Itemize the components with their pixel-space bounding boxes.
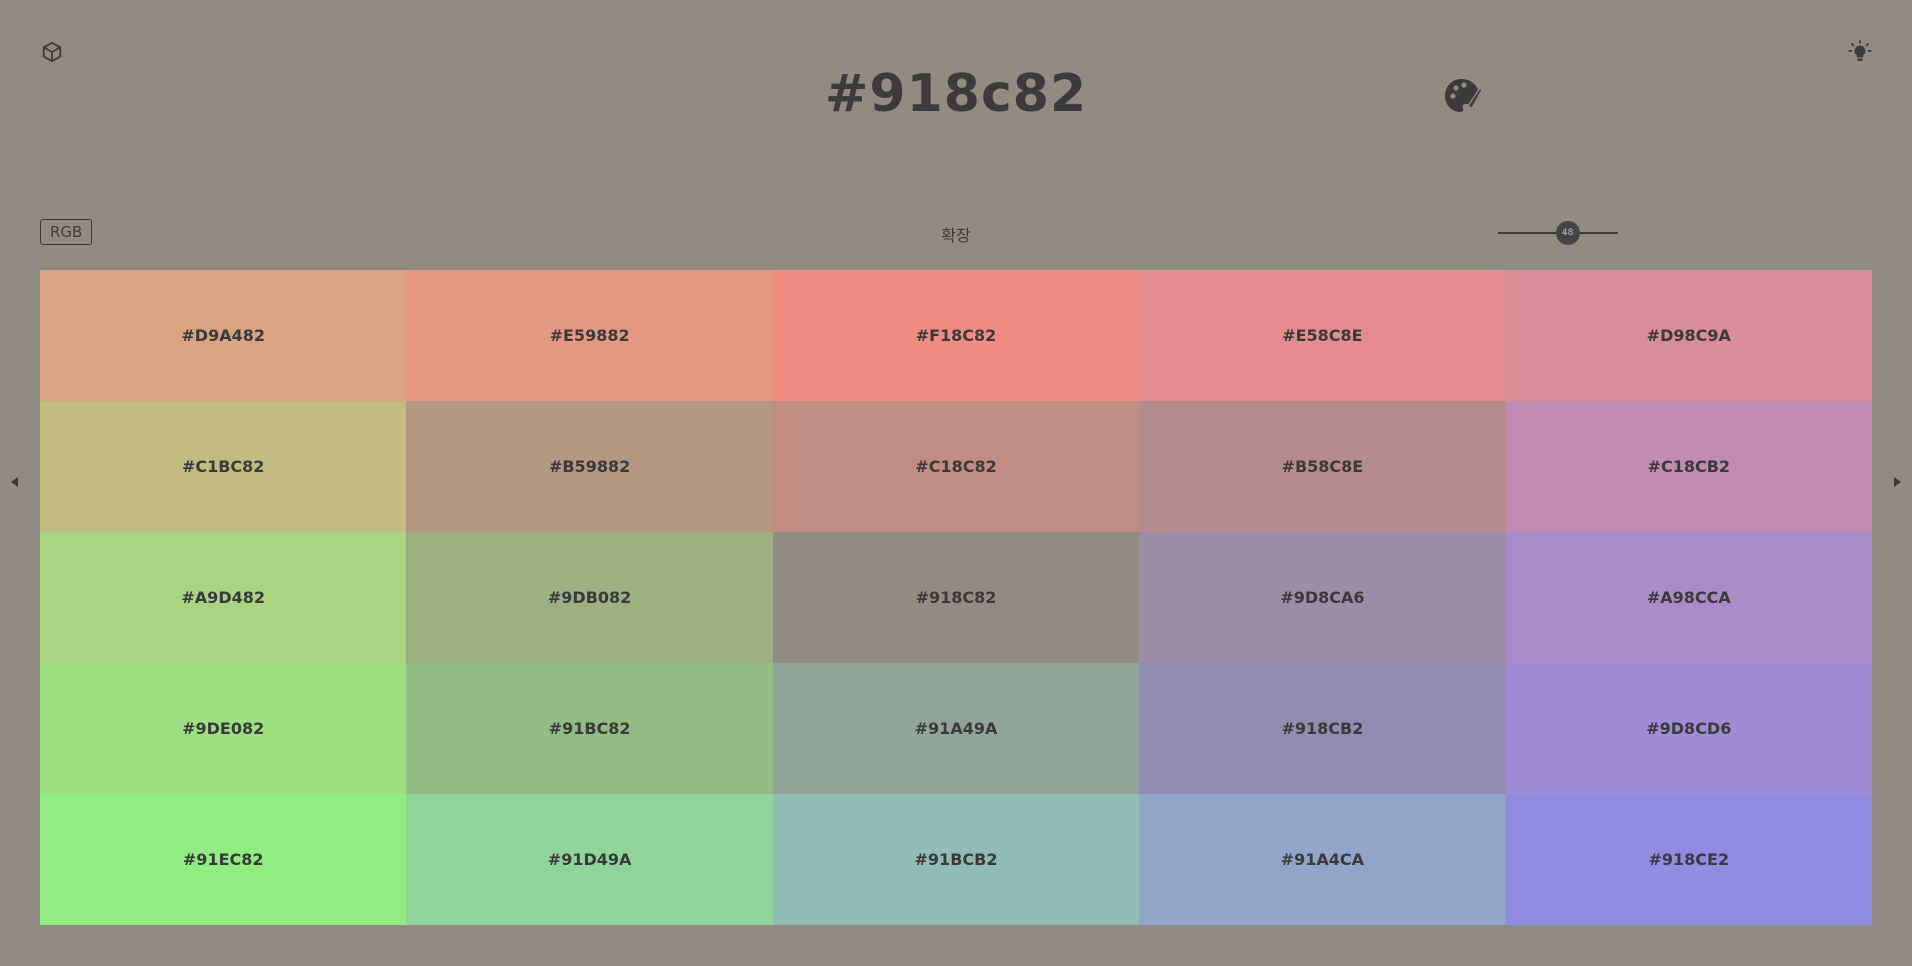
color-swatch[interactable]: #91A49A — [772, 663, 1140, 794]
color-swatch[interactable]: #91D49A — [406, 794, 773, 925]
color-mode-button[interactable]: RGB — [40, 219, 93, 245]
color-swatch[interactable]: #918CB2 — [1139, 663, 1506, 794]
swatch-hex-label: #91A49A — [914, 719, 998, 738]
color-swatch[interactable]: #C1BC82 — [40, 401, 407, 532]
color-swatch[interactable]: #91BCB2 — [772, 794, 1140, 925]
swatch-hex-label: #91D49A — [547, 850, 632, 869]
color-swatch[interactable]: #91A4CA — [1139, 794, 1506, 925]
slider-thumb[interactable]: 48 — [1555, 221, 1580, 245]
swatch-hex-label: #91EC82 — [182, 850, 264, 869]
swatch-hex-label: #D9A482 — [181, 326, 265, 345]
color-swatch[interactable]: #E58C8E — [1139, 270, 1506, 401]
size-slider[interactable]: 48 — [1498, 220, 1628, 246]
swatch-hex-label: #A98CCA — [1646, 588, 1731, 607]
swatch-hex-label: #E58C8E — [1282, 326, 1363, 345]
color-swatch[interactable]: #F18C82 — [772, 270, 1140, 401]
swatch-hex-label: #9DB082 — [547, 588, 632, 607]
color-swatch[interactable]: #C18CB2 — [1505, 401, 1872, 532]
swatch-hex-label: #C1BC82 — [181, 457, 265, 476]
swatch-hex-label: #A9D482 — [181, 588, 265, 607]
swatch-hex-label: #D98C9A — [1646, 326, 1731, 345]
swatch-hex-label: #918CE2 — [1648, 850, 1730, 869]
color-swatch[interactable]: #E59882 — [406, 270, 773, 401]
color-swatch[interactable]: #918C82 — [772, 532, 1140, 663]
color-swatch[interactable]: #9DE082 — [40, 663, 407, 794]
color-swatch[interactable]: #91EC82 — [40, 794, 407, 925]
swatch-hex-label: #E59882 — [549, 326, 630, 345]
swatch-hex-label: #91BC82 — [548, 719, 631, 738]
page-title: #918c82 — [824, 64, 1088, 124]
color-swatch[interactable]: #918CE2 — [1505, 794, 1872, 925]
swatch-hex-label: #91A4CA — [1280, 850, 1365, 869]
color-swatch[interactable]: #D9A482 — [40, 270, 407, 401]
swatch-hex-label: #B59882 — [548, 457, 631, 476]
swatch-hex-label: #9DE082 — [182, 719, 265, 738]
color-swatch[interactable]: #B58C8E — [1139, 401, 1506, 532]
color-swatch[interactable]: #9DB082 — [406, 532, 773, 663]
swatch-grid: #D9A482 #E59882 #F18C82 #E58C8E #D98C9A #C1BC… — [40, 270, 1872, 925]
swatch-hex-label: #B58C8E — [1281, 457, 1364, 476]
lightbulb-icon[interactable] — [1846, 38, 1874, 66]
swatch-hex-label: #C18CB2 — [1647, 457, 1731, 476]
color-swatch[interactable]: #A9D482 — [40, 532, 407, 663]
palette-icon[interactable] — [1442, 76, 1483, 116]
color-swatch[interactable]: #91BC82 — [406, 663, 773, 794]
triangle-left-icon[interactable] — [4, 472, 24, 492]
cube-icon[interactable] — [38, 38, 66, 66]
color-swatch[interactable]: #B59882 — [406, 401, 773, 532]
color-swatch[interactable]: #9D8CD6 — [1505, 663, 1872, 794]
triangle-right-icon[interactable] — [1888, 472, 1908, 492]
color-swatch[interactable]: #9D8CA6 — [1139, 532, 1506, 663]
swatch-hex-label: #F18C82 — [915, 326, 997, 345]
swatch-hex-label: #9D8CA6 — [1280, 588, 1365, 607]
controls-bar: RGB 확장 48 — [40, 218, 1872, 248]
color-swatch[interactable]: #D98C9A — [1505, 270, 1872, 401]
swatch-hex-label: #918C82 — [915, 588, 997, 607]
swatch-hex-label: #918CB2 — [1281, 719, 1364, 738]
swatch-hex-label: #9D8CD6 — [1646, 719, 1732, 738]
swatch-hex-label: #C18C82 — [915, 457, 997, 476]
color-swatch[interactable]: #A98CCA — [1505, 532, 1872, 663]
swatch-hex-label: #91BCB2 — [914, 850, 998, 869]
color-swatch[interactable]: #C18C82 — [772, 401, 1140, 532]
